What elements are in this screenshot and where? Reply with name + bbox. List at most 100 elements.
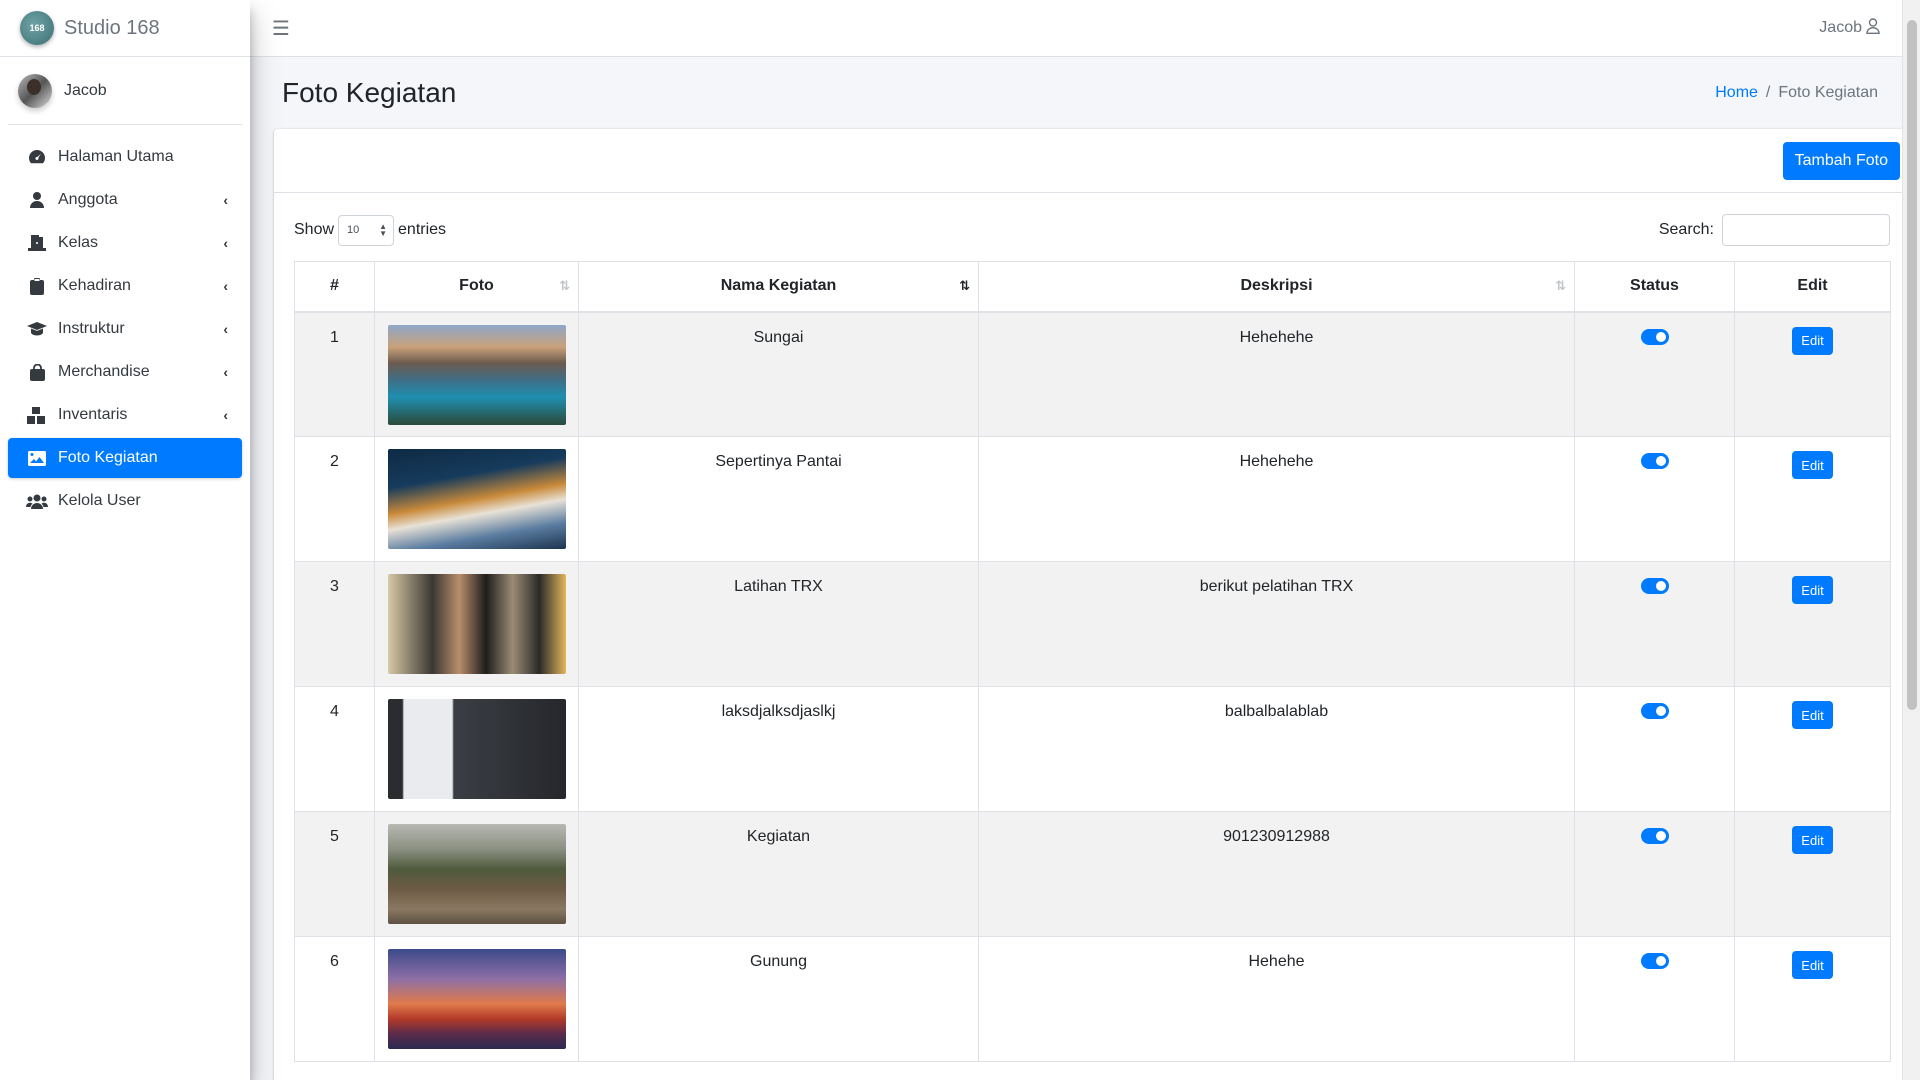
column-header-edit: Edit <box>1734 261 1891 313</box>
sidebar-item-label: Inventaris <box>58 406 128 423</box>
entries-select[interactable]: 10 ▲ ▼ <box>338 214 395 246</box>
status-toggle[interactable] <box>1640 453 1669 469</box>
edit-button[interactable]: Edit <box>1792 951 1833 979</box>
activity-description: berikut pelatihan TRX <box>978 561 1575 687</box>
navbar-user-name: Jacob <box>1819 19 1862 36</box>
entries-label: entries <box>398 221 447 238</box>
user-name: Jacob <box>64 81 107 99</box>
activity-name: Sungai <box>578 311 979 437</box>
brand-name: Studio 168 <box>64 16 160 39</box>
column-header-deskripsi[interactable]: Deskripsi ⇅ <box>978 261 1575 313</box>
edit-button[interactable]: Edit <box>1792 826 1833 854</box>
photo-cell <box>374 311 579 437</box>
row-number: 4 <box>294 686 375 812</box>
sidebar-item-kelola-user[interactable]: Kelola User <box>8 481 242 521</box>
sidebar-item-label: Instruktur <box>58 320 125 337</box>
photo-cell <box>374 811 579 937</box>
photo-thumbnail-trx[interactable] <box>387 574 566 674</box>
page-scrollbar[interactable] <box>1902 0 1920 1080</box>
status-toggle[interactable] <box>1640 578 1669 594</box>
activity-description: Hehehehe <box>978 311 1575 437</box>
user-menu[interactable]: Jacob <box>1819 17 1880 39</box>
sidebar-item-inventaris[interactable]: Inventaris ‹ <box>8 395 242 435</box>
sidebar-item-foto-kegiatan[interactable]: Foto Kegiatan <box>8 438 242 478</box>
edit-button[interactable]: Edit <box>1792 451 1833 479</box>
chevron-left-icon: ‹ <box>223 321 228 337</box>
photo-cell <box>374 561 579 687</box>
activity-name: Kegiatan <box>578 811 979 937</box>
breadcrumb-separator: / <box>1765 84 1771 101</box>
edit-button[interactable]: Edit <box>1792 576 1833 604</box>
user-panel[interactable]: Jacob <box>8 57 242 125</box>
sidebar-item-label: Kelola User <box>58 492 141 509</box>
status-toggle[interactable] <box>1640 828 1669 844</box>
photo-thumbnail-screenshot[interactable] <box>387 699 566 799</box>
sidebar-item-merchandise[interactable]: Merchandise ‹ <box>8 352 242 392</box>
status-toggle[interactable] <box>1640 703 1669 719</box>
activity-description: 901230912988 <box>978 811 1575 937</box>
row-number: 1 <box>294 311 375 437</box>
sidebar-item-halaman-utama[interactable]: Halaman Utama <box>8 137 242 177</box>
table-row: 4 laksdjalksdjaslkj balbalbalablab Edit <box>294 686 1891 812</box>
scrollbar-thumb[interactable] <box>1907 20 1917 710</box>
status-cell <box>1574 311 1735 437</box>
table-row: 3 Latihan TRX berikut pelatihan TRX Edit <box>294 561 1891 687</box>
row-number: 3 <box>294 561 375 687</box>
sidebar-item-kelas[interactable]: Kelas ‹ <box>8 223 242 263</box>
users-icon <box>26 492 48 510</box>
activity-name: Sepertinya Pantai <box>578 436 979 562</box>
image-icon <box>26 449 48 467</box>
photo-cell <box>374 686 579 812</box>
datatable-controls: Show 10 ▲ ▼ entries Search: <box>294 213 1890 247</box>
status-cell <box>1574 561 1735 687</box>
edit-button[interactable]: Edit <box>1792 326 1833 355</box>
photo-thumbnail-beach[interactable] <box>387 449 566 549</box>
menu-toggle-icon[interactable]: ☰ <box>272 16 290 41</box>
edit-button[interactable]: Edit <box>1792 701 1833 729</box>
sidebar-item-label: Kelas <box>58 234 99 251</box>
column-header-foto[interactable]: Foto ⇅ <box>374 261 579 313</box>
sidebar-item-anggota[interactable]: Anggota ‹ <box>8 180 242 220</box>
status-toggle[interactable] <box>1640 328 1669 345</box>
sort-icon: ⇅ <box>1555 278 1566 294</box>
brand-link[interactable]: 168 Studio 168 <box>0 0 250 57</box>
sidebar-menu: Halaman Utama Anggota ‹ Kelas ‹ Kehadira… <box>0 125 250 521</box>
photo-thumbnail-mountain[interactable] <box>387 949 566 1049</box>
sidebar-item-label: Kehadiran <box>58 277 131 294</box>
row-number: 6 <box>294 936 375 1062</box>
sidebar-item-label: Halaman Utama <box>58 148 174 165</box>
add-photo-button[interactable]: Tambah Foto <box>1782 141 1900 180</box>
edit-cell: Edit <box>1734 561 1891 687</box>
edit-cell: Edit <box>1734 811 1891 937</box>
show-label: Show <box>294 221 335 238</box>
chevron-left-icon: ‹ <box>223 235 228 251</box>
photo-cell <box>374 936 579 1062</box>
content-header: Foto Kegiatan Home / Foto Kegiatan <box>266 57 1886 129</box>
sidebar-item-instruktur[interactable]: Instruktur ‹ <box>8 309 242 349</box>
activity-name: Latihan TRX <box>578 561 979 687</box>
breadcrumb-home-link[interactable]: Home <box>1715 84 1758 102</box>
search-input[interactable] <box>1722 214 1890 246</box>
photo-thumbnail-lake[interactable] <box>387 324 566 425</box>
status-cell <box>1574 936 1735 1062</box>
chevron-left-icon: ‹ <box>223 364 228 380</box>
chevron-left-icon: ‹ <box>223 407 228 423</box>
activity-description: Hehehehe <box>978 436 1575 562</box>
entries-select-value: 10 <box>347 224 360 236</box>
status-cell <box>1574 686 1735 812</box>
column-header-number[interactable]: # <box>294 261 375 313</box>
select-arrows-icon: ▲ ▼ <box>379 222 388 238</box>
sidebar-item-kehadiran[interactable]: Kehadiran ‹ <box>8 266 242 306</box>
chevron-left-icon: ‹ <box>223 192 228 208</box>
photo-thumbnail-game-scene[interactable] <box>387 824 566 924</box>
photo-card: Tambah Foto Show 10 ▲▼ entries Search: <box>274 129 1910 1080</box>
clipboard-icon <box>26 277 48 295</box>
status-cell <box>1574 811 1735 937</box>
status-toggle[interactable] <box>1640 953 1669 969</box>
sort-icon: ⇅ <box>559 278 570 294</box>
photo-table: # Foto ⇅ Nama Kegiatan ⇅ Deskripsi ⇅ Status… <box>294 261 1891 1062</box>
edit-cell: Edit <box>1734 686 1891 812</box>
content-wrapper: Foto Kegiatan Home / Foto Kegiatan Tamba… <box>250 57 1910 1080</box>
column-header-nama-kegiatan[interactable]: Nama Kegiatan ⇅ <box>578 261 979 313</box>
row-number: 5 <box>294 811 375 937</box>
